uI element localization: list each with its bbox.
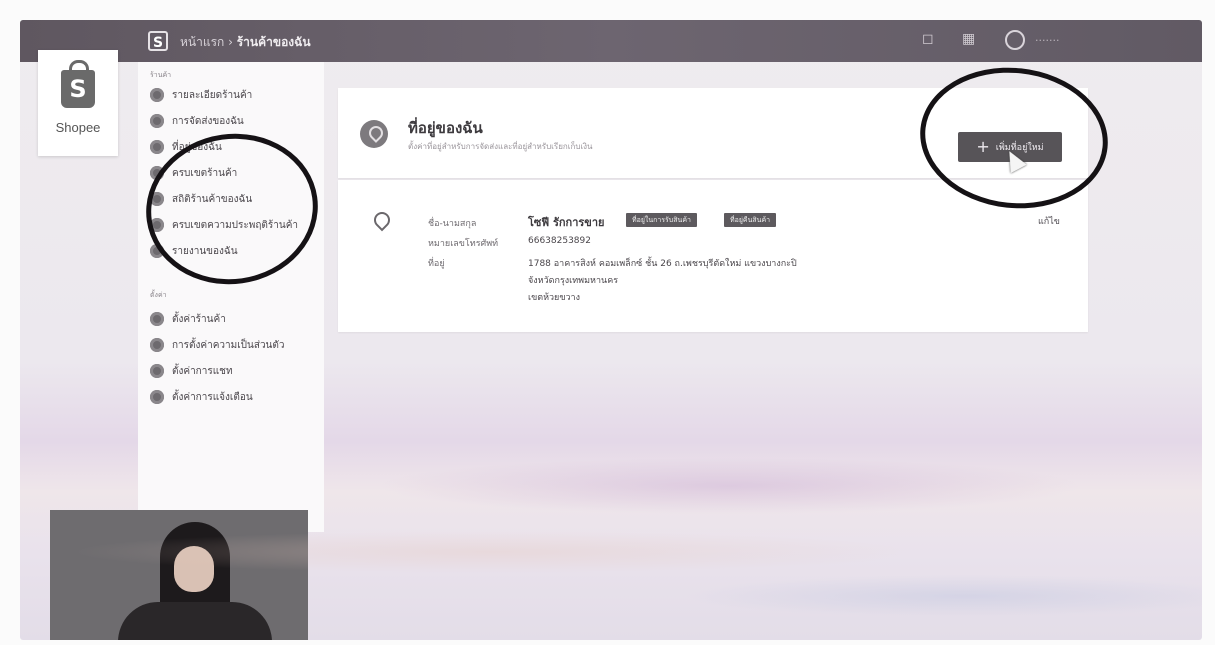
privacy-icon <box>150 338 164 352</box>
default-pickup-badge: ที่อยู่ในการรับสินค้า <box>626 213 697 227</box>
breadcrumb-separator: › <box>224 35 237 49</box>
location-pin-icon <box>360 120 388 148</box>
shopee-mini-logo-icon[interactable]: S <box>148 31 168 51</box>
shop-icon <box>150 88 164 102</box>
shopee-logo: S Shopee <box>38 50 118 156</box>
shopee-wordmark: Shopee <box>55 120 101 135</box>
sidebar-section-heading: ร้านค้า <box>150 71 172 79</box>
sidebar-item-shop-details[interactable]: รายละเอียดร้านค้า <box>150 84 252 106</box>
address-label: ที่อยู่ <box>428 259 445 269</box>
shipping-icon <box>150 114 164 128</box>
name-value: โซฟี รักการขาย <box>528 216 605 229</box>
presenter-face <box>174 546 214 592</box>
page-subtitle: ตั้งค่าที่อยู่สำหรับการจัดส่งและที่อยู่ส… <box>408 142 593 151</box>
breadcrumb-home[interactable]: หน้าแรก <box>180 35 224 49</box>
phone-value: 66638253892 <box>528 236 591 246</box>
webcam-overlay <box>50 510 308 640</box>
name-label: ชื่อ-นามสกุล <box>428 219 477 229</box>
sidebar-item-privacy-settings[interactable]: การตั้งค่าความเป็นส่วนตัว <box>150 334 285 356</box>
bell-icon[interactable]: ◻ <box>922 31 934 47</box>
address-card: ชื่อ-นามสกุล โซฟี รักการขาย ที่อยู่ในการ… <box>338 180 1088 332</box>
phone-label: หมายเลขโทรศัพท์ <box>428 239 499 249</box>
address-line-3: เขตห้วยขวาง <box>528 293 580 303</box>
shopping-bag-icon: S <box>61 60 95 108</box>
address-line-1: 1788 อาคารสิงห์ คอมเพล็กซ์ ชั้น 26 ถ.เพช… <box>528 259 797 269</box>
settings-icon <box>150 312 164 326</box>
sidebar-item-shop-settings[interactable]: ตั้งค่าร้านค้า <box>150 308 226 330</box>
presenter-body <box>118 602 272 640</box>
breadcrumb-current: ร้านค้าของฉัน <box>236 35 311 49</box>
top-navbar: S หน้าแรก › ร้านค้าของฉัน ◻ ▦ ······· <box>20 20 1202 62</box>
address-line-2: จังหวัดกรุงเทพมหานคร <box>528 276 619 286</box>
location-pin-icon <box>370 208 394 232</box>
avatar[interactable] <box>1005 30 1025 50</box>
apps-grid-icon[interactable]: ▦ <box>962 31 975 47</box>
page-title: ที่อยู่ของฉัน <box>408 119 483 137</box>
breadcrumb: หน้าแรก › ร้านค้าของฉัน <box>180 33 311 52</box>
sidebar-item-chat-settings[interactable]: ตั้งค่าการแชท <box>150 360 233 382</box>
user-name[interactable]: ······· <box>1035 34 1059 47</box>
chat-icon <box>150 364 164 378</box>
notification-icon <box>150 390 164 404</box>
sidebar-item-notification-settings[interactable]: ตั้งค่าการแจ้งเตือน <box>150 386 253 408</box>
sidebar-section-heading: ตั้งค่า <box>150 291 167 299</box>
default-return-badge: ที่อยู่คืนสินค้า <box>724 213 777 227</box>
edit-address-link[interactable]: แก้ไข <box>1038 214 1060 228</box>
seller-sidebar: ร้านค้า รายละเอียดร้านค้า การจัดส่งของฉั… <box>138 62 324 532</box>
sidebar-item-my-shipping[interactable]: การจัดส่งของฉัน <box>150 110 244 132</box>
screen-frame: S หน้าแรก › ร้านค้าของฉัน ◻ ▦ ······· S … <box>20 20 1202 640</box>
address-icon <box>150 140 164 154</box>
